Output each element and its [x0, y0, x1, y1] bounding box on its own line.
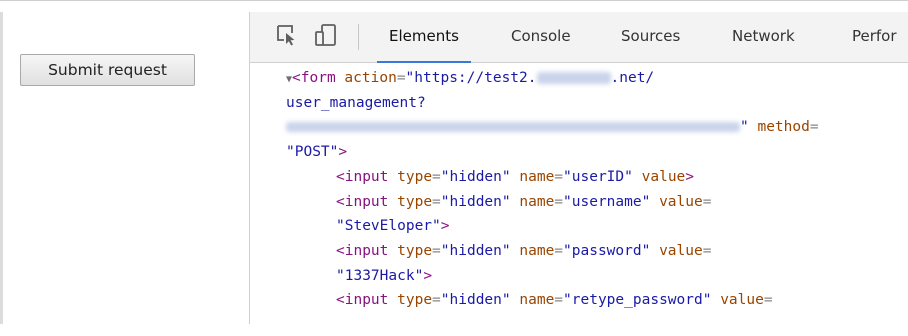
device-toggle-icon[interactable] [313, 22, 339, 48]
elements-tree: ▼<form action="https://test2. .net/ user_… [250, 66, 908, 324]
input-password-line[interactable]: <input type="hidden" name="password" val… [336, 239, 711, 264]
select-element-icon[interactable] [274, 22, 300, 48]
form-action-path-line: user_management? [286, 94, 426, 111]
redacted-query [286, 122, 740, 133]
page-pane: Submit request [3, 12, 249, 325]
tab-console[interactable]: Console [511, 12, 571, 62]
tab-performance[interactable]: Perfor [852, 12, 897, 62]
form-method-line: "POST"> [286, 144, 348, 161]
input-userid-line[interactable]: <input type="hidden" name="userID" value… [336, 165, 694, 190]
tab-network[interactable]: Network [732, 12, 795, 62]
devtools-toolbar: Elements Console Sources Network Perfor [250, 12, 908, 63]
window-top-border [0, 0, 908, 1]
form-open-line[interactable]: ▼<form action="https://test2. .net/ [286, 66, 654, 91]
devtools-panel: Elements Console Sources Network Perfor … [249, 12, 908, 325]
tab-sources[interactable]: Sources [621, 12, 680, 62]
submit-request-button[interactable]: Submit request [20, 54, 195, 86]
input-username-value-line: "StevEloper"> [336, 218, 450, 235]
input-username-line[interactable]: <input type="hidden" name="username" val… [336, 190, 711, 215]
toolbar-separator [358, 24, 359, 50]
input-password-value-line: "1337Hack"> [336, 267, 433, 284]
input-retype-password-line[interactable]: <input type="hidden" name="retype_passwo… [336, 288, 773, 313]
tab-elements[interactable]: Elements [377, 12, 471, 63]
form-action-query-line: " method= [286, 115, 819, 140]
redacted-domain [536, 72, 611, 84]
window-bottom-area [0, 324, 908, 336]
